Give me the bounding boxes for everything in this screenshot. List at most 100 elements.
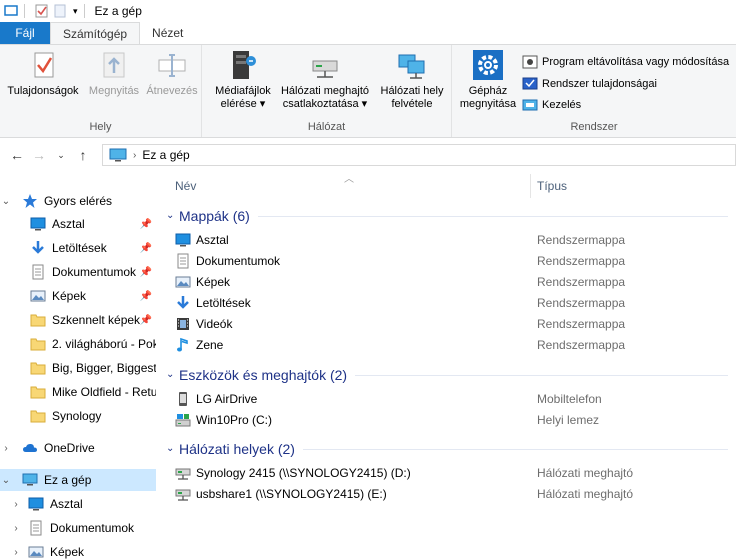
- pin-icon[interactable]: 📌: [140, 315, 152, 326]
- network-drive-icon: [175, 465, 191, 481]
- file-row[interactable]: LG AirDrive Mobiltelefon: [175, 388, 735, 409]
- expanded-chevron-icon[interactable]: ⌄: [166, 443, 174, 454]
- pin-icon[interactable]: 📌: [140, 219, 152, 230]
- file-row[interactable]: Képek Rendszermappa: [175, 271, 735, 292]
- network-drive-icon: [312, 60, 338, 78]
- file-name: Win10Pro (C:): [196, 412, 273, 427]
- expanded-chevron-icon[interactable]: ⌄: [0, 196, 12, 207]
- nav-item-label: Asztal: [50, 497, 83, 511]
- nav-item-quick-access[interactable]: Szkennelt képek 📌: [0, 309, 156, 331]
- address-bar: ← → ⌄ ↑ › Ez a gép: [0, 140, 736, 170]
- media-access-button[interactable]: Médiafájlok elérése ▾: [208, 49, 278, 111]
- system-drive-icon: [175, 412, 191, 428]
- file-type: Hálózati meghajtó: [537, 486, 634, 501]
- manage-button[interactable]: Kezelés: [522, 96, 581, 114]
- up-arrow-icon[interactable]: ↑: [72, 147, 94, 163]
- file-name: Synology 2415 (\\SYNOLOGY2415) (D:): [196, 465, 411, 480]
- collapsed-chevron-icon[interactable]: ›: [10, 547, 22, 558]
- tab-computer[interactable]: Számítógép: [50, 22, 141, 44]
- expanded-chevron-icon[interactable]: ⌄: [0, 475, 12, 486]
- document-icon: [175, 253, 191, 269]
- back-arrow-icon[interactable]: ←: [6, 147, 28, 163]
- cloud-icon: [23, 443, 37, 452]
- column-separator[interactable]: [530, 174, 531, 198]
- properties-icon: [34, 52, 54, 78]
- document-icon: [28, 520, 44, 536]
- open-settings-button[interactable]: Gépház megnyitása: [456, 49, 520, 111]
- new-folder-icon[interactable]: [53, 4, 67, 18]
- nav-item-quick-access[interactable]: Asztal 📌: [0, 213, 156, 235]
- window-icon[interactable]: [4, 4, 18, 18]
- file-row[interactable]: Letöltések Rendszermappa: [175, 292, 735, 313]
- qa-separator: [24, 4, 25, 18]
- folder-icon: [30, 408, 46, 424]
- section-title[interactable]: Eszközök és meghajtók (2): [179, 365, 347, 385]
- qa-dropdown-icon[interactable]: ▾: [73, 6, 78, 17]
- nav-item-this-pc-child[interactable]: › Képek: [0, 541, 156, 560]
- section-divider: [355, 375, 728, 376]
- section-divider: [258, 216, 728, 217]
- group-label-network: Hálózat: [307, 121, 346, 133]
- forward-arrow-icon[interactable]: →: [28, 147, 50, 163]
- nav-quick-access[interactable]: ⌄ Gyors elérés: [0, 190, 156, 212]
- map-network-drive-button[interactable]: Hálózati meghajtó csatlakoztatása ▾: [276, 49, 374, 111]
- tab-file[interactable]: Fájl: [0, 22, 50, 44]
- nav-item-quick-access[interactable]: 2. világháború - Pok: [0, 333, 156, 355]
- properties-button[interactable]: Tulajdonságok: [4, 49, 82, 98]
- sort-ascending-icon: ︿: [344, 174, 354, 185]
- file-row[interactable]: Win10Pro (C:) Helyi lemez: [175, 409, 735, 430]
- add-network-location-button[interactable]: Hálózati hely felvétele: [374, 49, 450, 111]
- pin-icon[interactable]: 📌: [140, 243, 152, 254]
- column-type[interactable]: Típus: [537, 179, 567, 193]
- pin-icon[interactable]: 📌: [140, 291, 152, 302]
- file-row[interactable]: usbshare1 (\\SYNOLOGY2415) (E:) Hálózati …: [175, 483, 735, 504]
- nav-onedrive[interactable]: › OneDrive: [0, 437, 156, 459]
- group-label-location: Hely: [89, 121, 112, 133]
- nav-this-pc[interactable]: ⌄ Ez a gép: [0, 469, 156, 491]
- nav-item-quick-access[interactable]: Dokumentumok 📌: [0, 261, 156, 283]
- file-row[interactable]: Zene Rendszermappa: [175, 334, 735, 355]
- nav-item-this-pc-child[interactable]: › Dokumentumok: [0, 517, 156, 539]
- collapsed-chevron-icon[interactable]: ›: [10, 499, 22, 510]
- system-properties-button[interactable]: Rendszer tulajdonságai: [522, 75, 657, 93]
- nav-item-this-pc-child[interactable]: › Asztal: [0, 493, 156, 515]
- file-row[interactable]: Videók Rendszermappa: [175, 313, 735, 334]
- file-type: Rendszermappa: [537, 274, 626, 289]
- file-row[interactable]: Asztal Rendszermappa: [175, 229, 735, 250]
- open-button[interactable]: Megnyitás: [84, 49, 144, 98]
- expanded-chevron-icon[interactable]: ⌄: [166, 369, 174, 380]
- nav-item-quick-access[interactable]: Letöltések 📌: [0, 237, 156, 259]
- collapsed-chevron-icon[interactable]: ›: [0, 443, 12, 454]
- desktop-icon: [30, 216, 46, 232]
- properties-checkbox-icon[interactable]: [35, 4, 49, 18]
- file-row[interactable]: Dokumentumok Rendszermappa: [175, 250, 735, 271]
- nav-item-quick-access[interactable]: Mike Oldfield - Retu: [0, 381, 156, 403]
- file-name: Zene: [196, 337, 224, 352]
- column-name[interactable]: Név: [175, 179, 196, 193]
- nav-item-quick-access[interactable]: Synology: [0, 405, 156, 427]
- collapsed-chevron-icon[interactable]: ›: [10, 523, 22, 534]
- nav-item-label: Mike Oldfield - Retu: [52, 385, 156, 399]
- section-title[interactable]: Mappák (6): [179, 206, 250, 226]
- pin-icon[interactable]: 📌: [140, 267, 152, 278]
- system-properties-icon: [522, 77, 538, 90]
- ribbon-tabs: Fájl Számítógép Nézet: [0, 22, 736, 44]
- file-name: Dokumentumok: [196, 253, 281, 268]
- file-row[interactable]: Synology 2415 (\\SYNOLOGY2415) (D:) Hálóz…: [175, 462, 735, 483]
- expanded-chevron-icon[interactable]: ⌄: [166, 210, 174, 221]
- nav-item-quick-access[interactable]: Big, Bigger, Biggest: [0, 357, 156, 379]
- recent-locations-chevron-icon[interactable]: ⌄: [50, 150, 72, 161]
- section-title[interactable]: Hálózati helyek (2): [179, 439, 295, 459]
- uninstall-program-button[interactable]: Program eltávolítása vagy módosítása: [522, 53, 729, 71]
- rename-button[interactable]: Átnevezés: [144, 49, 200, 98]
- file-name: Letöltések: [196, 295, 251, 310]
- nav-item-label: Képek: [50, 545, 85, 559]
- network-drive-icon: [175, 486, 191, 502]
- nav-item-quick-access[interactable]: Képek 📌: [0, 285, 156, 307]
- phone-icon: [175, 391, 191, 407]
- breadcrumb-chevron-icon[interactable]: ›: [133, 150, 136, 161]
- address-field[interactable]: › Ez a gép: [102, 144, 736, 166]
- music-icon: [175, 337, 191, 353]
- tab-view[interactable]: Nézet: [140, 22, 195, 44]
- pictures-icon: [175, 274, 191, 290]
